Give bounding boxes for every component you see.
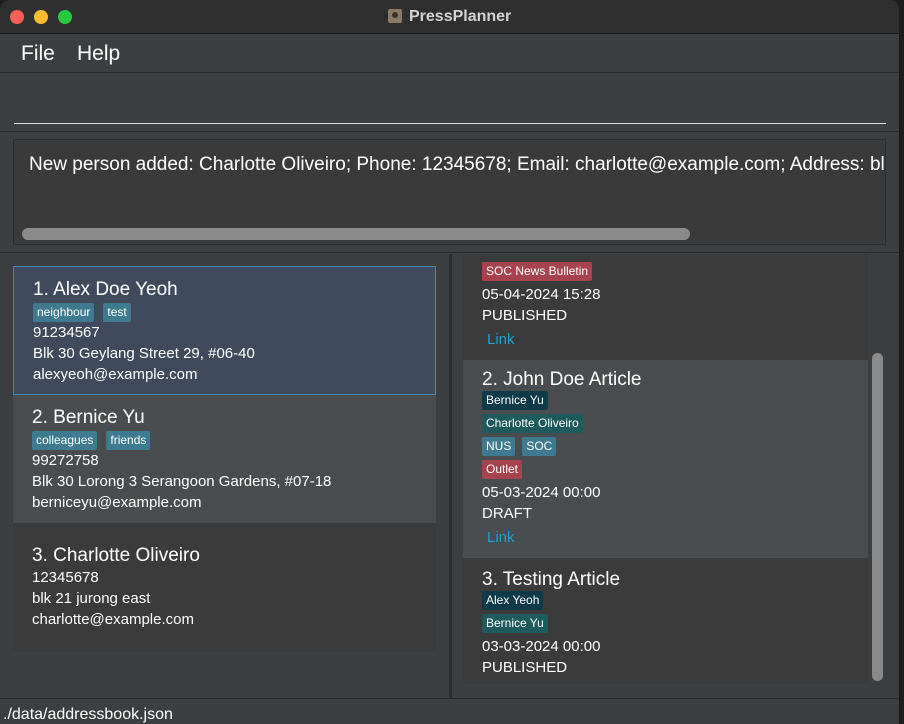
article-card[interactable]: SOC News Bulletin 05-04-2024 15:28 PUBLI… bbox=[463, 254, 868, 360]
status-bar: ./data/addressbook.json bbox=[0, 698, 899, 724]
article-link[interactable]: Link bbox=[487, 529, 515, 546]
pane-divider[interactable] bbox=[449, 254, 452, 698]
article-status: PUBLISHED bbox=[482, 659, 568, 676]
person-address: Blk 30 Lorong 3 Serangoon Gardens, #07-1… bbox=[32, 473, 332, 490]
menu-bar: File Help bbox=[0, 35, 899, 73]
window-title: PressPlanner bbox=[409, 8, 512, 25]
tag: NUS bbox=[482, 437, 516, 456]
person-card[interactable]: 3. Charlotte Oliveiro 12345678 blk 21 ju… bbox=[13, 523, 436, 652]
tag: SOC bbox=[522, 437, 557, 456]
article-source: Bernice Yu bbox=[482, 614, 548, 633]
command-input[interactable] bbox=[14, 84, 886, 124]
person-email: charlotte@example.com bbox=[32, 611, 194, 628]
person-name: 3. Charlotte Oliveiro bbox=[32, 545, 200, 566]
person-address: blk 21 jurong east bbox=[32, 590, 151, 607]
close-window-button[interactable] bbox=[10, 10, 24, 24]
result-horizontal-scrollbar[interactable] bbox=[22, 228, 690, 240]
app-window: PressPlanner File Help New person added:… bbox=[0, 0, 900, 724]
article-author: Bernice Yu bbox=[482, 391, 548, 410]
person-phone: 12345678 bbox=[32, 569, 99, 586]
article-vertical-scrollbar[interactable] bbox=[872, 353, 883, 681]
person-phone: 99272758 bbox=[32, 452, 99, 469]
article-status: DRAFT bbox=[482, 505, 532, 522]
person-email: alexyeoh@example.com bbox=[33, 366, 198, 383]
minimize-window-button[interactable] bbox=[34, 10, 48, 24]
result-display[interactable]: New person added: Charlotte Oliveiro; Ph… bbox=[13, 139, 886, 245]
person-address: Blk 30 Geylang Street 29, #06-40 bbox=[33, 345, 255, 362]
person-email: berniceyu@example.com bbox=[32, 494, 202, 511]
maximize-window-button[interactable] bbox=[58, 10, 72, 24]
title-bar: PressPlanner bbox=[0, 0, 899, 34]
person-card[interactable]: 2. Bernice Yu colleagues friends 9927275… bbox=[13, 395, 436, 523]
article-outlet: SOC News Bulletin bbox=[482, 262, 593, 281]
article-outlet: Outlet bbox=[482, 460, 523, 479]
person-tags: neighbour test bbox=[33, 303, 131, 322]
article-date: 05-03-2024 00:00 bbox=[482, 484, 601, 501]
person-card[interactable]: 1. Alex Doe Yeoh neighbour test 91234567… bbox=[13, 266, 436, 395]
save-location: ./data/addressbook.json bbox=[3, 706, 173, 723]
article-title: 2. John Doe Article bbox=[482, 369, 642, 390]
article-tags: NUS SOC bbox=[482, 437, 557, 456]
article-date: 03-03-2024 00:00 bbox=[482, 638, 601, 655]
article-title: 3. Testing Article bbox=[482, 569, 621, 590]
article-card[interactable]: 2. John Doe Article Bernice Yu Charlotte… bbox=[463, 360, 868, 558]
app-icon bbox=[388, 9, 402, 23]
article-author: Alex Yeoh bbox=[482, 591, 544, 610]
person-phone: 91234567 bbox=[33, 324, 100, 341]
person-name: 1. Alex Doe Yeoh bbox=[33, 279, 178, 300]
article-status: PUBLISHED bbox=[482, 307, 568, 324]
menu-file[interactable]: File bbox=[21, 42, 55, 66]
article-source: Charlotte Oliveiro bbox=[482, 414, 583, 433]
person-name: 2. Bernice Yu bbox=[32, 407, 145, 428]
command-box bbox=[0, 74, 899, 132]
menu-help[interactable]: Help bbox=[77, 42, 120, 66]
article-list[interactable]: SOC News Bulletin 05-04-2024 15:28 PUBLI… bbox=[463, 254, 868, 684]
tag: test bbox=[103, 303, 131, 322]
article-card[interactable]: 3. Testing Article Alex Yeoh Bernice Yu … bbox=[463, 558, 868, 684]
tag: neighbour bbox=[33, 303, 95, 322]
article-link[interactable]: Link bbox=[487, 331, 515, 348]
main-panes: 1. Alex Doe Yeoh neighbour test 91234567… bbox=[0, 254, 899, 698]
result-display-area: New person added: Charlotte Oliveiro; Ph… bbox=[0, 133, 899, 253]
tag: friends bbox=[106, 431, 151, 450]
article-date: 05-04-2024 15:28 bbox=[482, 286, 601, 303]
tag: colleagues bbox=[32, 431, 98, 450]
person-list[interactable]: 1. Alex Doe Yeoh neighbour test 91234567… bbox=[13, 266, 436, 652]
result-text: New person added: Charlotte Oliveiro; Ph… bbox=[29, 154, 885, 175]
person-tags: colleagues friends bbox=[32, 431, 151, 450]
